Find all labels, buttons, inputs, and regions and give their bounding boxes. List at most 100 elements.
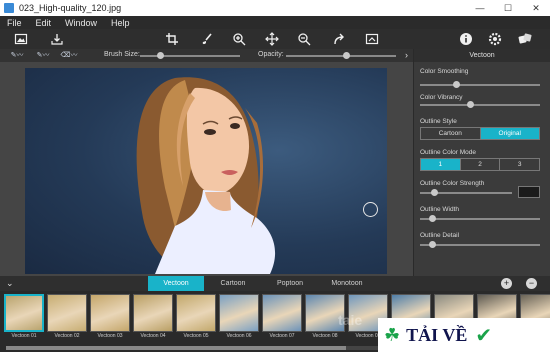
preset-thumbnail-caption: Vectoon 01 (11, 333, 37, 339)
dice-icon[interactable] (518, 32, 532, 46)
menu-bar: File Edit Window Help (0, 16, 550, 29)
main-toolbar (0, 29, 550, 49)
outline-detail-knob[interactable] (428, 241, 436, 248)
watermark-brand: TẢI VỀ (406, 324, 468, 345)
menu-edit[interactable]: Edit (29, 18, 59, 28)
preset-thumbnail[interactable]: Vectoon 04 (133, 294, 173, 340)
watermark-faint-text: taie (338, 312, 363, 328)
tab-vectoon[interactable]: Vectoon (148, 276, 204, 291)
brush-restore-icon[interactable]: ✎〰 (34, 50, 52, 61)
color-vibrancy-label: Color Vibrancy (420, 94, 463, 101)
style-tabs: ⌄ Vectoon Cartoon Poptoon Monotoon + − (0, 276, 550, 291)
canvas-workspace[interactable] (0, 62, 413, 276)
collapse-chevron-icon[interactable]: ⌄ (6, 278, 14, 289)
add-preset-button[interactable]: + (501, 278, 512, 289)
settings-icon[interactable] (488, 32, 502, 46)
menu-window[interactable]: Window (58, 18, 104, 28)
watermark-logo: ☘ TẢI VỀ ✔ (378, 318, 550, 352)
outline-color-swatch[interactable] (518, 186, 540, 198)
outline-style-original[interactable]: Original (480, 128, 539, 139)
outline-width-slider[interactable] (420, 218, 540, 220)
open-image-icon[interactable] (14, 32, 28, 46)
redo-icon[interactable] (332, 32, 346, 46)
color-smoothing-slider[interactable] (420, 84, 540, 86)
app-icon (4, 3, 14, 13)
outline-color-mode-1[interactable]: 1 (421, 159, 461, 170)
preset-thumbnail-caption: Vectoon 06 (226, 333, 252, 339)
title-bar: 023_High-quality_120.jpg — ☐ ✕ (0, 0, 550, 16)
outline-detail-label: Outline Detail (420, 232, 460, 239)
maximize-button[interactable]: ☐ (494, 0, 522, 16)
tab-poptoon[interactable]: Poptoon (262, 276, 318, 291)
preset-thumbnail-image (262, 294, 302, 332)
preset-thumbnail-image (47, 294, 87, 332)
panel-toggle-arrow-icon[interactable]: › (405, 50, 408, 60)
compare-icon[interactable] (365, 32, 379, 46)
window-controls: — ☐ ✕ (466, 0, 550, 16)
save-image-icon[interactable] (50, 32, 64, 46)
outline-width-label: Outline Width (420, 206, 460, 213)
settings-panel: Vectoon Color Smoothing Color Vibrancy O… (413, 49, 550, 276)
zoom-out-icon[interactable] (297, 32, 311, 46)
outline-style-segment: Cartoon Original (420, 127, 540, 140)
minimize-button[interactable]: — (466, 0, 494, 16)
brush-cursor-ring (363, 202, 378, 217)
preset-thumbnail-caption: Vectoon 08 (312, 333, 338, 339)
preset-thumbnail-caption: Vectoon 04 (140, 333, 166, 339)
checkmark-icon: ✔ (475, 324, 493, 347)
outline-style-cartoon[interactable]: Cartoon (421, 128, 481, 139)
preset-thumbnail-image (133, 294, 173, 332)
preset-thumbnail-image (176, 294, 216, 332)
preset-thumbnail[interactable]: Vectoon 05 (176, 294, 216, 340)
preset-thumbnail-image (219, 294, 259, 332)
crop-icon[interactable] (165, 32, 179, 46)
tab-cartoon[interactable]: Cartoon (205, 276, 261, 291)
preset-thumbnail[interactable]: Vectoon 03 (90, 294, 130, 340)
edited-photo[interactable] (25, 68, 387, 274)
preset-thumbnail-caption: Vectoon 05 (183, 333, 209, 339)
brush-size-knob[interactable] (156, 52, 164, 59)
remove-preset-button[interactable]: − (526, 278, 537, 289)
panel-title: Vectoon (414, 49, 550, 62)
outline-width-knob[interactable] (428, 215, 436, 222)
menu-file[interactable]: File (0, 18, 29, 28)
opacity-label: Opacity: (258, 51, 284, 58)
preset-thumbnail[interactable]: Vectoon 07 (262, 294, 302, 340)
color-vibrancy-slider[interactable] (420, 104, 540, 106)
filmstrip-scroll-thumb[interactable] (6, 346, 346, 350)
app-window: 023_High-quality_120.jpg — ☐ ✕ File Edit… (0, 0, 550, 352)
preset-thumbnail[interactable]: Vectoon 01 (4, 294, 44, 340)
opacity-slider[interactable] (286, 55, 396, 57)
menu-help[interactable]: Help (104, 18, 137, 28)
color-vibrancy-knob[interactable] (466, 101, 474, 108)
outline-color-strength-label: Outline Color Strength (420, 180, 485, 187)
brush-bar: ✎〰 ✎〰 ⌫〰 Brush Size: Opacity: › (0, 49, 413, 62)
brush-icon[interactable] (200, 32, 214, 46)
outline-color-mode-segment: 1 2 3 (420, 158, 540, 171)
brush-erase-icon[interactable]: ⌫〰 (60, 50, 78, 61)
brush-paint-icon[interactable]: ✎〰 (8, 50, 26, 61)
portrait-illustration (136, 77, 276, 274)
brush-size-slider[interactable] (140, 55, 240, 57)
close-button[interactable]: ✕ (522, 0, 550, 16)
preset-thumbnail-caption: Vectoon 02 (54, 333, 80, 339)
outline-color-strength-knob[interactable] (431, 189, 439, 196)
brush-size-label: Brush Size: (104, 51, 140, 58)
preset-thumbnail-caption: Vectoon 07 (269, 333, 295, 339)
outline-style-label: Outline Style (420, 118, 457, 125)
preset-thumbnail-caption: Vectoon 03 (97, 333, 123, 339)
tab-monotoon[interactable]: Monotoon (319, 276, 375, 291)
outline-color-mode-2[interactable]: 2 (461, 159, 501, 170)
preset-thumbnail[interactable]: Vectoon 06 (219, 294, 259, 340)
info-icon[interactable] (459, 32, 473, 46)
color-smoothing-knob[interactable] (452, 81, 460, 88)
outline-color-mode-label: Outline Color Mode (420, 149, 476, 156)
preset-thumbnail-image (90, 294, 130, 332)
pan-icon[interactable] (265, 32, 279, 46)
window-title: 023_High-quality_120.jpg (19, 3, 122, 13)
opacity-knob[interactable] (343, 52, 350, 59)
preset-thumbnail[interactable]: Vectoon 02 (47, 294, 87, 340)
outline-detail-slider[interactable] (420, 244, 540, 246)
outline-color-mode-3[interactable]: 3 (500, 159, 539, 170)
zoom-in-icon[interactable] (232, 32, 246, 46)
